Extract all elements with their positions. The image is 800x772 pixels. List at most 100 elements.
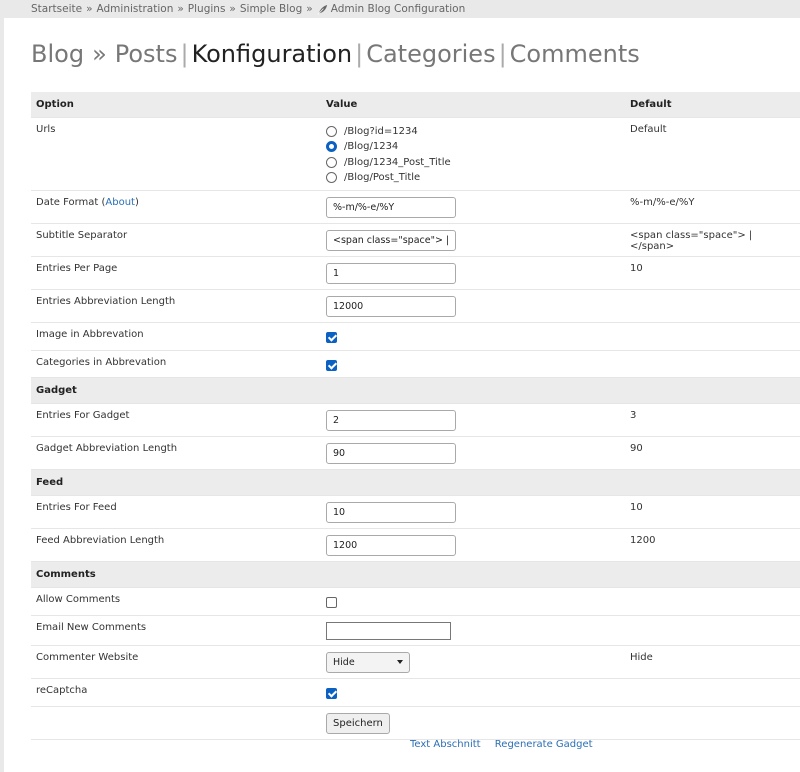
default-value: [625, 289, 800, 323]
entries-abbreviation-length-input[interactable]: [326, 295, 456, 317]
table-row: Categories in Abbrevation: [31, 350, 800, 378]
table-row: Gadget Abbreviation Length 90: [31, 436, 800, 470]
radio-button[interactable]: [326, 141, 337, 153]
tab-divider: |: [355, 40, 364, 68]
radio-label: /Blog?id=1234: [344, 125, 418, 137]
entries-for-feed-input[interactable]: [326, 501, 456, 523]
categories-in-abbreviation-checkbox[interactable]: [326, 359, 337, 371]
leaf-icon: [317, 4, 327, 15]
breadcrumb: Startseite » Administration » Plugins » …: [31, 3, 465, 15]
breadcrumb-separator: »: [86, 3, 93, 15]
date-format-input[interactable]: [326, 196, 456, 218]
default-value: 1200: [625, 528, 800, 562]
allow-comments-checkbox[interactable]: [326, 596, 337, 608]
radio-button[interactable]: [326, 156, 337, 168]
tab-categories[interactable]: Categories: [366, 40, 495, 68]
save-button[interactable]: Speichern: [326, 712, 390, 734]
option-label: Gadget Abbreviation Length: [31, 436, 321, 470]
option-label: Email New Comments: [31, 615, 321, 646]
recaptcha-checkbox[interactable]: [326, 687, 337, 699]
option-label: Date Format (About): [31, 190, 321, 224]
regenerate-gadget-link[interactable]: Regenerate Gadget: [495, 739, 593, 750]
option-label: Urls: [31, 117, 321, 191]
radio-button[interactable]: [326, 125, 337, 137]
column-header-default: Default: [625, 92, 800, 118]
default-value: 3: [625, 403, 800, 437]
default-value: 10: [625, 256, 800, 290]
url-option-id[interactable]: /Blog?id=1234: [326, 124, 620, 140]
radio-label: /Blog/1234: [344, 141, 399, 153]
table-row: Subtitle Separator <span class="space"> …: [31, 223, 800, 257]
gadget-abbreviation-length-input[interactable]: [326, 442, 456, 464]
url-option-number-title[interactable]: /Blog/1234_Post_Title: [326, 155, 620, 171]
option-label: Categories in Abbrevation: [31, 350, 321, 378]
default-value: Default: [625, 117, 800, 191]
option-label: Commenter Website: [31, 645, 321, 679]
option-label: Image in Abbrevation: [31, 322, 321, 351]
default-value: 10: [625, 495, 800, 529]
option-label: Entries Per Page: [31, 256, 321, 290]
breadcrumb-separator: »: [306, 3, 313, 15]
config-table: Option Value Default Urls /Blog?id=1234 …: [31, 92, 800, 740]
table-row: Date Format (About) %-m/%-e/%Y: [31, 190, 800, 224]
title-separator: »: [92, 40, 107, 68]
footer-links: Text Abschnitt Regenerate Gadget: [410, 739, 604, 750]
radio-label: /Blog/1234_Post_Title: [344, 156, 451, 168]
commenter-website-select[interactable]: Hide: [326, 651, 410, 673]
chevron-down-icon: [397, 660, 403, 664]
select-value: Hide: [333, 656, 355, 668]
section-header-comments: Comments: [31, 561, 800, 588]
breadcrumb-simple-blog[interactable]: Simple Blog: [240, 3, 302, 15]
entries-per-page-input[interactable]: [326, 262, 456, 284]
table-row: reCaptcha: [31, 678, 800, 707]
breadcrumb-administration[interactable]: Administration: [97, 3, 174, 15]
option-label: Allow Comments: [31, 587, 321, 616]
table-header-row: Option Value Default: [31, 92, 800, 118]
table-row: Entries For Feed 10: [31, 495, 800, 529]
breadcrumb-startseite[interactable]: Startseite: [31, 3, 82, 15]
tab-posts[interactable]: Posts: [115, 40, 178, 68]
about-link[interactable]: About: [105, 197, 135, 208]
option-label: Entries For Gadget: [31, 403, 321, 437]
title-blog-link[interactable]: Blog: [31, 40, 84, 68]
table-row: Email New Comments: [31, 615, 800, 646]
breadcrumb-current: Admin Blog Configuration: [330, 3, 466, 15]
tab-divider: |: [498, 40, 507, 68]
option-label: Subtitle Separator: [31, 223, 321, 257]
breadcrumb-plugins[interactable]: Plugins: [188, 3, 226, 15]
default-value: %-m/%-e/%Y: [625, 190, 800, 224]
table-row: Speichern: [31, 706, 800, 740]
image-in-abbreviation-checkbox[interactable]: [326, 331, 337, 343]
table-row: Urls /Blog?id=1234 /Blog/1234 /Blog/1234…: [31, 117, 800, 191]
option-label: reCaptcha: [31, 678, 321, 707]
entries-for-gadget-input[interactable]: [326, 409, 456, 431]
option-label: Feed Abbreviation Length: [31, 528, 321, 562]
page-title: Blog » Posts | Konfiguration | Categorie…: [31, 40, 640, 68]
table-row: Commenter Website Hide Hide: [31, 645, 800, 679]
tab-comments[interactable]: Comments: [510, 40, 640, 68]
option-label: Entries For Feed: [31, 495, 321, 529]
urls-radio-group: /Blog?id=1234 /Blog/1234 /Blog/1234_Post…: [321, 117, 625, 191]
subtitle-separator-input[interactable]: [326, 229, 456, 251]
url-option-number[interactable]: /Blog/1234: [326, 139, 620, 155]
breadcrumb-separator: »: [229, 3, 236, 15]
url-option-title[interactable]: /Blog/Post_Title: [326, 170, 620, 186]
option-label: Entries Abbreviation Length: [31, 289, 321, 323]
breadcrumb-separator: »: [177, 3, 184, 15]
tab-divider: |: [180, 40, 189, 68]
default-value: Hide: [625, 645, 800, 679]
table-row: Allow Comments: [31, 587, 800, 616]
section-header-gadget: Gadget: [31, 377, 800, 404]
radio-button[interactable]: [326, 172, 337, 184]
column-header-option: Option: [31, 92, 321, 118]
default-value: 90: [625, 436, 800, 470]
text-abschnitt-link[interactable]: Text Abschnitt: [410, 739, 481, 750]
table-row: Entries Per Page 10: [31, 256, 800, 290]
table-row: Entries For Gadget 3: [31, 403, 800, 437]
section-header-feed: Feed: [31, 469, 800, 496]
feed-abbreviation-length-input[interactable]: [326, 534, 456, 556]
table-row: Entries Abbreviation Length: [31, 289, 800, 323]
email-new-comments-input[interactable]: [326, 621, 451, 640]
default-value: <span class="space"> | </span>: [625, 223, 800, 257]
radio-label: /Blog/Post_Title: [344, 172, 421, 184]
